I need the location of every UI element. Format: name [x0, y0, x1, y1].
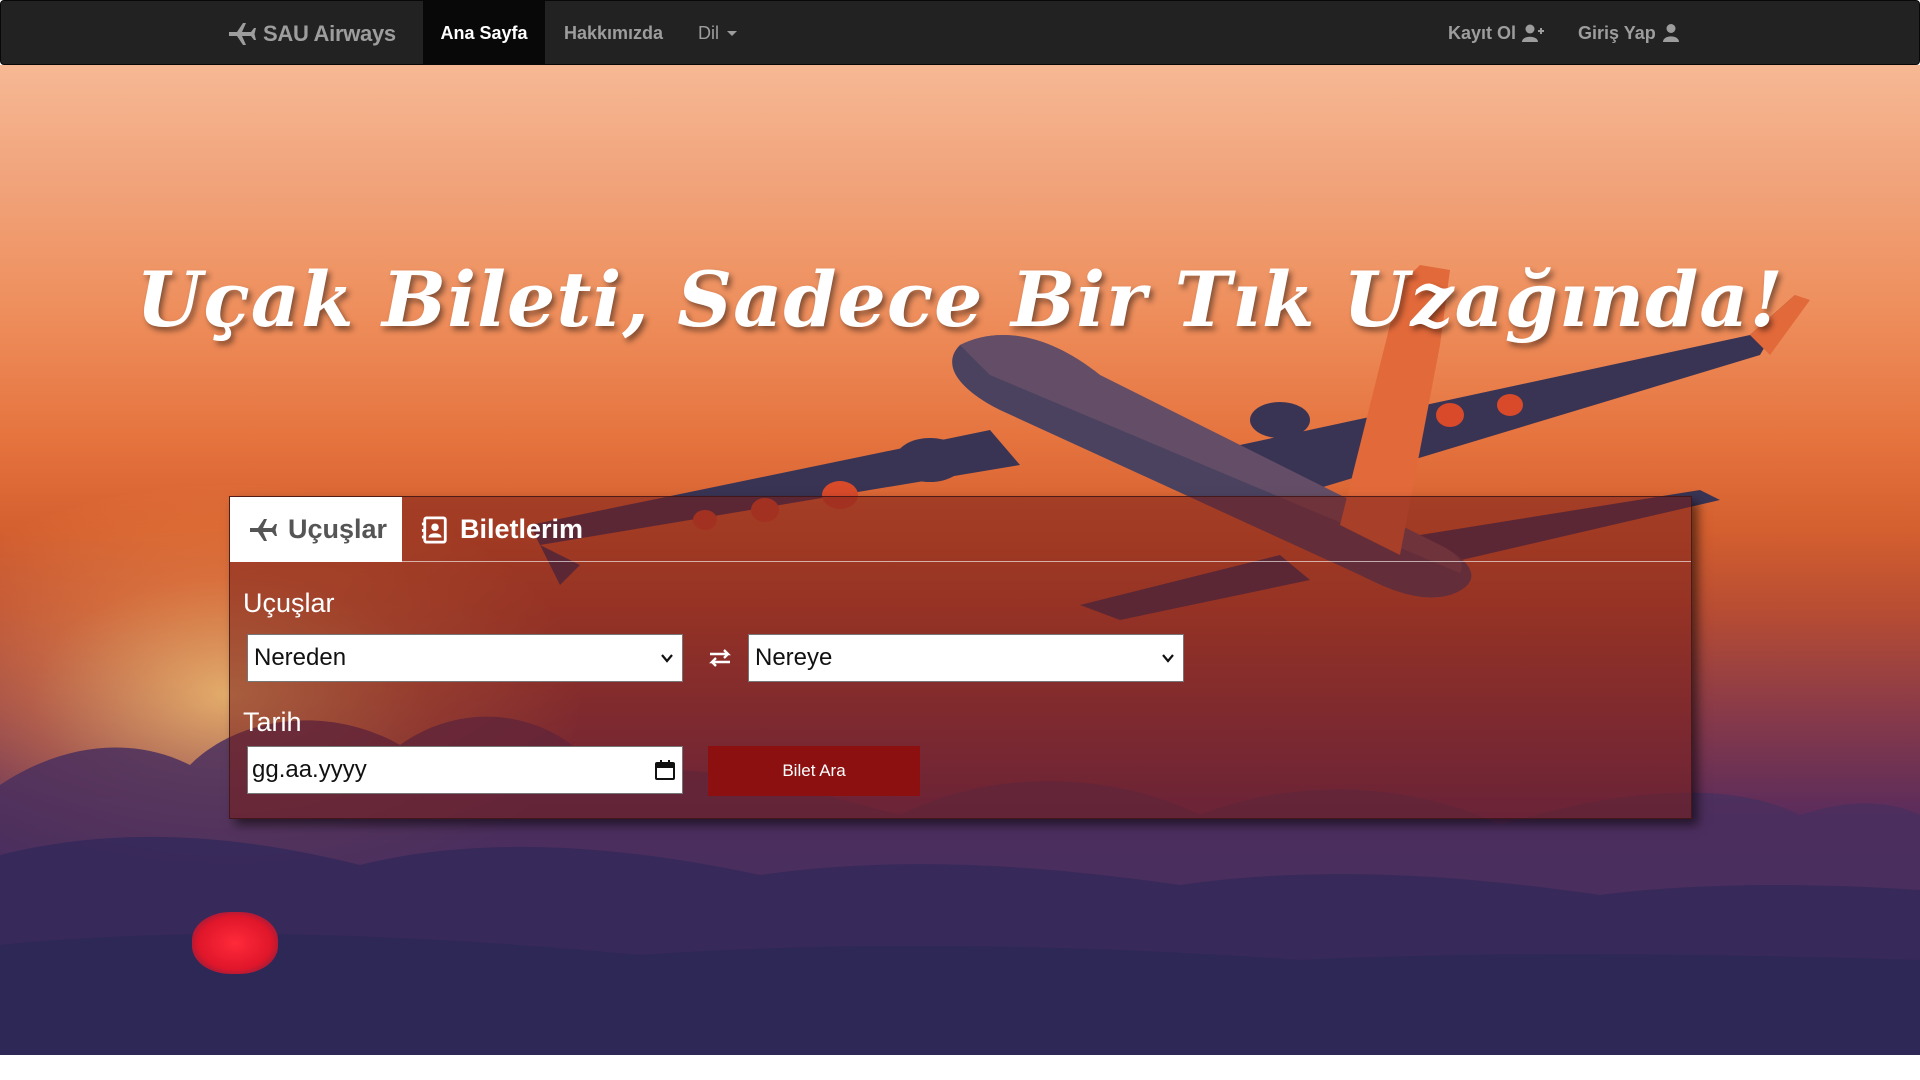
- nav-home-label: Ana Sayfa: [440, 22, 528, 43]
- search-tickets-button[interactable]: Bilet Ara: [708, 746, 920, 796]
- hero-headline: Uçak Bileti, Sadece Bir Tık Uzağında!: [136, 255, 1784, 344]
- to-select-value: Nereye: [755, 644, 833, 671]
- nav-login-label: Giriş Yap: [1578, 22, 1656, 43]
- brand-name: SAU Airways: [263, 20, 396, 46]
- nav-language-dropdown[interactable]: Dil: [698, 1, 737, 65]
- nav-login[interactable]: Giriş Yap: [1578, 1, 1684, 65]
- chevron-down-icon: [661, 654, 673, 663]
- flight-search-panel: Uçuşlar Biletlerim Uçuşlar Nereden Nerey…: [229, 496, 1692, 819]
- nav-home[interactable]: Ana Sayfa: [423, 1, 545, 65]
- nav-about-label: Hakkımızda: [564, 22, 664, 43]
- swap-arrows-icon[interactable]: [706, 644, 734, 672]
- flights-section-label: Uçuşlar: [243, 588, 335, 618]
- chevron-down-icon: [1162, 654, 1174, 663]
- nav-register-label: Kayıt Ol: [1448, 22, 1517, 43]
- from-select[interactable]: Nereden: [247, 634, 683, 682]
- date-input-placeholder: gg.aa.yyyy: [252, 756, 367, 783]
- plane-icon: [250, 518, 277, 541]
- brand-link[interactable]: SAU Airways: [227, 1, 396, 66]
- contact-card-icon: [421, 515, 447, 544]
- user-plus-icon: [1522, 24, 1545, 42]
- date-label: Tarih: [243, 707, 302, 737]
- tab-my-tickets-label: Biletlerim: [460, 514, 584, 544]
- nav-language-label: Dil: [698, 22, 719, 43]
- calendar-icon[interactable]: [654, 759, 676, 781]
- date-input[interactable]: gg.aa.yyyy: [247, 746, 683, 794]
- tab-flights[interactable]: Uçuşlar: [230, 497, 402, 562]
- plane-icon: [229, 22, 256, 45]
- nav-register[interactable]: Kayıt Ol: [1448, 1, 1545, 65]
- search-tabs: Uçuşlar Biletlerim: [230, 497, 1691, 562]
- navbar: SAU Airways Ana Sayfa Hakkımızda Dil Kay…: [0, 0, 1920, 65]
- user-icon: [1662, 24, 1679, 42]
- from-select-value: Nereden: [254, 644, 347, 671]
- nav-about[interactable]: Hakkımızda: [564, 1, 663, 65]
- to-select[interactable]: Nereye: [748, 634, 1184, 682]
- caret-down-icon: [727, 30, 737, 36]
- red-glare: [192, 912, 278, 974]
- tab-my-tickets[interactable]: Biletlerim: [402, 497, 592, 562]
- tab-flights-label: Uçuşlar: [288, 514, 388, 544]
